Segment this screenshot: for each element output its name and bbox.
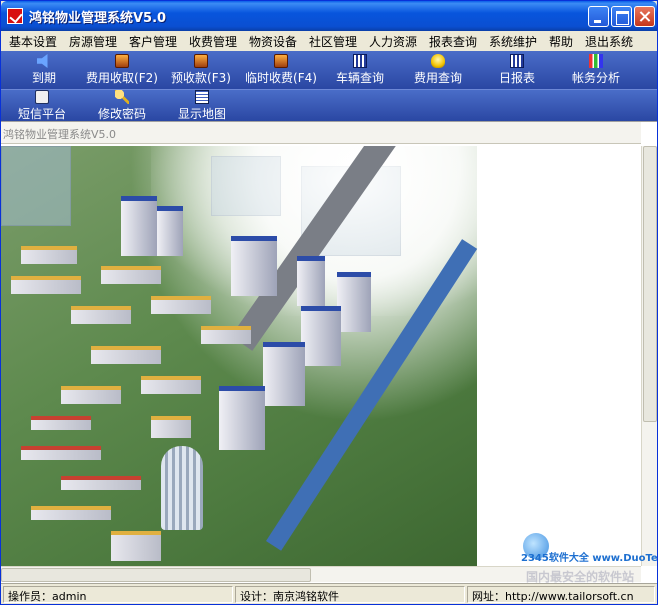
menu-property[interactable]: 房源管理 [69, 33, 117, 50]
tool-prepay[interactable]: 预收款(F3) [165, 54, 237, 86]
horizontal-scroll-thumb[interactable] [1, 568, 311, 582]
tool-show-map[interactable]: 显示地图 [171, 90, 233, 122]
minimize-button[interactable] [588, 6, 609, 27]
title-bar[interactable]: 鸿铭物业管理系统V5.0 [1, 1, 657, 31]
bar-chart-icon [589, 54, 603, 68]
calendar-icon [510, 54, 524, 68]
menu-charges[interactable]: 收费管理 [189, 33, 237, 50]
watermark-site: 2345软件大全 www.DuoTe.com [521, 553, 658, 564]
window-title: 鸿铭物业管理系统V5.0 [29, 11, 167, 26]
status-design: 设计：南京鸿铭软件 [235, 586, 465, 603]
menu-hr[interactable]: 人力资源 [369, 33, 417, 50]
menu-reports[interactable]: 报表查询 [429, 33, 477, 50]
tool-temp-charge[interactable]: 临时收费(F4) [239, 54, 323, 86]
tool-fee-query[interactable]: 费用查询 [407, 54, 469, 86]
grid-icon [195, 90, 209, 104]
menu-bar: 基本设置 房源管理 客户管理 收费管理 物资设备 社区管理 人力资源 报表查询 … [1, 31, 657, 51]
tool-change-password[interactable]: 修改密码 [91, 90, 153, 122]
secondary-toolbar: 短信平台 修改密码 显示地图 [1, 89, 657, 121]
menu-basic-settings[interactable]: 基本设置 [9, 33, 57, 50]
bulb-icon [431, 54, 445, 68]
city-aerial-image [1, 146, 481, 566]
box-icon [274, 54, 288, 68]
mdi-child-window: 鸿铭物业管理系统V5.0 [1, 121, 657, 583]
status-website: 网址：http://www.tailorsoft.cn [467, 586, 655, 603]
menu-customers[interactable]: 客户管理 [129, 33, 177, 50]
vertical-scrollbar[interactable] [641, 146, 657, 566]
app-logo-icon [7, 8, 23, 24]
tool-fee-collect[interactable]: 费用收取(F2) [81, 54, 163, 86]
vertical-scroll-thumb[interactable] [643, 146, 657, 422]
close-button[interactable] [634, 6, 655, 27]
box-icon [194, 54, 208, 68]
tool-daily-report[interactable]: 日报表 [491, 54, 543, 86]
tool-sms-platform[interactable]: 短信平台 [11, 90, 73, 122]
menu-help[interactable]: 帮助 [549, 33, 573, 50]
child-window-title: 鸿铭物业管理系统V5.0 [1, 122, 641, 144]
menu-maintenance[interactable]: 系统维护 [489, 33, 537, 50]
tool-due[interactable]: 到期 [15, 54, 73, 86]
maximize-button[interactable] [611, 6, 632, 27]
main-toolbar: 到期 费用收取(F2) 预收款(F3) 临时收费(F4) 车辆查询 费用查询 日… [1, 51, 657, 89]
menu-community[interactable]: 社区管理 [309, 33, 357, 50]
tool-account-analysis[interactable]: 帐务分析 [565, 54, 627, 86]
phone-icon [35, 90, 49, 104]
menu-exit[interactable]: 退出系统 [585, 33, 633, 50]
app-window: 鸿铭物业管理系统V5.0 基本设置 房源管理 客户管理 收费管理 物资设备 社区… [0, 0, 658, 605]
calendar-icon [353, 54, 367, 68]
status-bar: 操作员：admin 设计：南京鸿铭软件 网址：http://www.tailor… [1, 583, 657, 604]
key-icon [115, 90, 129, 104]
tool-vehicle-query[interactable]: 车辆查询 [329, 54, 391, 86]
box-icon [115, 54, 129, 68]
menu-equipment[interactable]: 物资设备 [249, 33, 297, 50]
speaker-icon [37, 54, 48, 68]
content-area [1, 146, 641, 566]
status-operator: 操作员：admin [3, 586, 233, 603]
